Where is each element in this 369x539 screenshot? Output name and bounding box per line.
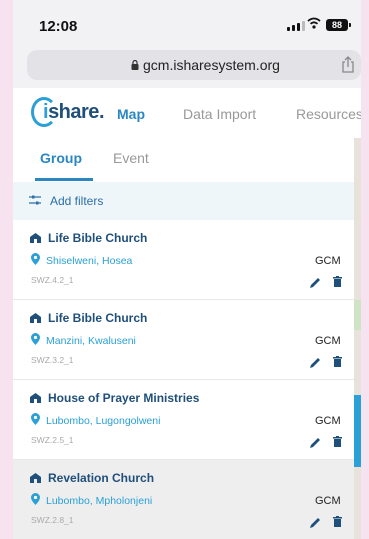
share-icon[interactable]: [341, 56, 355, 73]
location-pin-icon: [31, 493, 40, 505]
group-card[interactable]: Revelation Church Lubombo, Mpholonjeni G…: [13, 460, 354, 539]
edit-icon[interactable]: [310, 357, 321, 368]
trash-icon[interactable]: [333, 436, 342, 447]
signal-icon: [287, 21, 305, 31]
edit-icon[interactable]: [310, 277, 321, 288]
map-panel[interactable]: [354, 138, 361, 539]
group-org: GCM: [315, 255, 341, 267]
church-icon: [30, 233, 41, 243]
trash-icon[interactable]: [333, 516, 342, 527]
nav-resources[interactable]: Resources: [296, 106, 361, 122]
tab-group[interactable]: Group: [40, 150, 82, 166]
status-time: 12:08: [39, 18, 78, 35]
group-org: GCM: [315, 335, 341, 347]
group-code: SWZ.2.8_1: [31, 515, 74, 525]
group-location[interactable]: Lubombo, Lugongolweni: [46, 415, 160, 427]
location-pin-icon: [31, 253, 40, 265]
location-pin-icon: [31, 333, 40, 345]
phone-frame: 12:08 88 gcm.isharesystem.org ishare. Ma…: [13, 0, 361, 539]
group-code: SWZ.3.2_1: [31, 355, 74, 365]
group-card[interactable]: Life Bible Church Shiselweni, Hosea GCM …: [13, 220, 354, 300]
wifi-icon: [307, 17, 321, 29]
group-name[interactable]: House of Prayer Ministries: [48, 391, 199, 405]
group-org: GCM: [315, 495, 341, 507]
group-card[interactable]: Life Bible Church Manzini, Kwaluseni GCM…: [13, 300, 354, 380]
edit-icon[interactable]: [310, 517, 321, 528]
group-location[interactable]: Shiselweni, Hosea: [46, 255, 132, 267]
tab-event[interactable]: Event: [113, 150, 149, 166]
list-tabs: Group Event: [13, 138, 361, 182]
map-region: [354, 300, 361, 330]
group-location[interactable]: Manzini, Kwaluseni: [46, 335, 136, 347]
map-toggle-tab[interactable]: [354, 395, 361, 467]
add-filters-button[interactable]: Add filters: [13, 182, 354, 220]
group-name[interactable]: Life Bible Church: [48, 311, 147, 325]
filter-sliders-icon: [29, 195, 41, 205]
church-icon: [30, 313, 41, 323]
nav-map[interactable]: Map: [117, 106, 145, 122]
add-filters-label: Add filters: [50, 194, 104, 208]
browser-bar: gcm.isharesystem.org: [13, 46, 361, 88]
group-code: SWZ.4.2_1: [31, 275, 74, 285]
location-pin-icon: [31, 413, 40, 425]
church-icon: [30, 473, 41, 483]
group-location[interactable]: Lubombo, Mpholonjeni: [46, 495, 152, 507]
group-org: GCM: [315, 415, 341, 427]
app-nav: ishare. Map Data Import Resources: [13, 88, 361, 138]
group-name[interactable]: Life Bible Church: [48, 231, 147, 245]
status-bar: 12:08 88: [13, 0, 361, 46]
ishare-logo[interactable]: ishare.: [43, 101, 105, 124]
trash-icon[interactable]: [333, 276, 342, 287]
battery-icon: 88: [326, 19, 351, 31]
group-card[interactable]: House of Prayer Ministries Lubombo, Lugo…: [13, 380, 354, 460]
url-text[interactable]: gcm.isharesystem.org: [143, 57, 280, 73]
url-bar[interactable]: gcm.isharesystem.org: [27, 50, 361, 80]
group-code: SWZ.2.5_1: [31, 435, 74, 445]
trash-icon[interactable]: [333, 356, 342, 367]
active-tab-indicator: [35, 178, 93, 181]
group-name[interactable]: Revelation Church: [48, 471, 154, 485]
nav-data-import[interactable]: Data Import: [183, 106, 256, 122]
church-icon: [30, 393, 41, 403]
edit-icon[interactable]: [310, 437, 321, 448]
lock-icon: [131, 60, 139, 70]
